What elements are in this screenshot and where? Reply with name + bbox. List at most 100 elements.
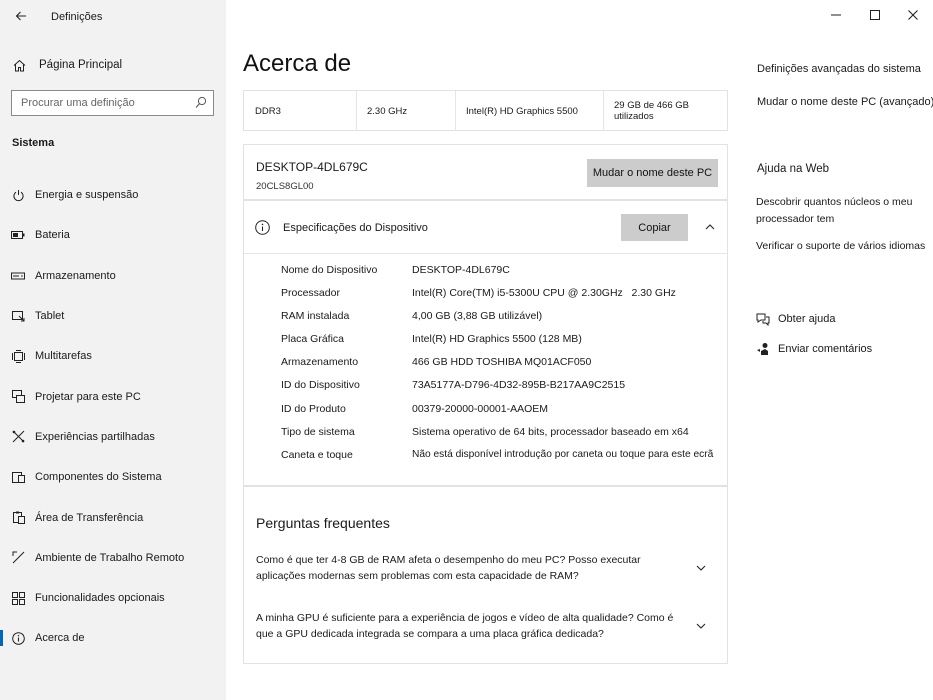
rename-pc-advanced-link[interactable]: Mudar o nome deste PC (avançado) <box>757 96 933 108</box>
spec-row: Armazenamento 466 GB HDD TOSHIBA MQ01ACF0… <box>244 352 727 375</box>
faq-question: Como é que ter 4-8 GB de RAM afeta o des… <box>256 554 641 582</box>
device-model: 20CLS8GL00 <box>256 181 314 192</box>
sidebar-item-label: Bateria <box>35 229 70 242</box>
spec-value: 4,00 GB (3,88 GB utilizável) <box>412 310 543 323</box>
sidebar-item-label: Acerca de <box>35 632 85 645</box>
sidebar-item-about[interactable]: Acerca de <box>0 618 226 658</box>
power-icon <box>11 188 25 202</box>
spec-value: Não está disponível introdução por canet… <box>412 448 714 460</box>
sidebar-item-label: Ambiente de Trabalho Remoto <box>35 551 185 564</box>
web-help-title: Ajuda na Web <box>757 163 830 175</box>
home-link[interactable]: Página Principal <box>12 56 122 74</box>
faq-item[interactable]: A minha GPU é suficiente para a experiên… <box>256 611 719 642</box>
chevron-down-icon[interactable] <box>695 620 707 632</box>
chevron-up-icon[interactable] <box>703 220 717 234</box>
home-label: Página Principal <box>39 59 123 71</box>
device-specs-header[interactable]: Especificações do Dispositivo Copiar <box>244 201 727 254</box>
language-support-link[interactable]: Verificar o suporte de vários idiomas <box>756 238 926 255</box>
spec-summary-graphics: Intel(R) HD Graphics 5500 <box>466 105 578 117</box>
spec-summary-storage: 29 GB de 466 GB utilizados <box>614 100 689 122</box>
section-label: Sistema <box>12 137 55 149</box>
spec-key: Tipo de sistema <box>281 425 355 438</box>
sidebar-item-label: Armazenamento <box>35 269 116 282</box>
optional-features-icon <box>11 591 25 605</box>
get-help-link[interactable]: Obter ajuda <box>756 312 835 326</box>
spec-row: RAM instalada 4,00 GB (3,88 GB utilizável… <box>244 306 727 329</box>
spec-value: 73A5177A-D796-4D32-895B-B217AA9C2515 <box>412 379 626 392</box>
title-bar: Definições <box>0 0 226 34</box>
device-specs-table: Nome do Dispositivo DESKTOP-4DL679C Proce… <box>244 260 727 468</box>
spec-row: Nome do Dispositivo DESKTOP-4DL679C <box>244 260 727 283</box>
device-specs-title: Especificações do Dispositivo <box>283 222 428 234</box>
tablet-icon <box>11 309 25 323</box>
sidebar-nav: Energia e suspensão Bateria Armazenament… <box>0 175 226 659</box>
sidebar-item-label: Área de Transferência <box>35 511 144 524</box>
sidebar-item-tablet[interactable]: Tablet <box>0 296 226 336</box>
close-icon[interactable] <box>905 7 921 23</box>
search-box[interactable] <box>11 90 214 116</box>
spec-row: Tipo de sistema Sistema operativo de 64 b… <box>244 422 727 445</box>
spec-key: ID do Dispositivo <box>281 379 360 392</box>
info-icon <box>255 220 270 235</box>
send-feedback-label: Enviar comentários <box>778 343 873 355</box>
spec-row: Placa Gráfica Intel(R) HD Graphics 5500 (… <box>244 329 727 352</box>
spec-key: Nome do Dispositivo <box>281 264 378 276</box>
device-name: DESKTOP-4DL679C <box>256 160 368 174</box>
sidebar-item-components[interactable]: Componentes do Sistema <box>0 457 226 497</box>
sidebar-item-multitasking[interactable]: Multitarefas <box>0 336 226 376</box>
sidebar-item-remote-desktop[interactable]: Ambiente de Trabalho Remoto <box>0 538 226 578</box>
sidebar-item-power[interactable]: Energia e suspensão <box>0 175 226 215</box>
project-icon <box>11 390 25 404</box>
chevron-down-icon[interactable] <box>695 562 707 574</box>
sidebar-item-optional-features[interactable]: Funcionalidades opcionais <box>0 578 226 618</box>
faq-title: Perguntas frequentes <box>256 515 390 531</box>
battery-icon <box>11 228 25 242</box>
processor-cores-link[interactable]: Descobrir quantos núcleos o meu processa… <box>756 194 926 228</box>
sidebar-item-label: Experiências partilhadas <box>35 430 155 443</box>
spec-key: Processador <box>281 287 340 300</box>
home-icon <box>12 58 26 72</box>
search-icon[interactable] <box>195 96 207 110</box>
sidebar-item-label: Componentes do Sistema <box>35 471 162 484</box>
info-icon <box>11 631 25 645</box>
faq-question: A minha GPU é suficiente para a experiên… <box>256 612 674 640</box>
app-title: Definições <box>51 11 103 23</box>
search-input[interactable] <box>12 91 192 115</box>
storage-icon <box>11 269 25 283</box>
device-specs-card: Especificações do Dispositivo Copiar Nom… <box>243 200 728 486</box>
spec-value: DESKTOP-4DL679C <box>412 264 510 276</box>
advanced-system-settings-link[interactable]: Definições avançadas do sistema <box>757 63 921 75</box>
sidebar-item-project[interactable]: Projetar para este PC <box>0 376 226 416</box>
copy-button[interactable]: Copiar <box>621 214 688 241</box>
faq-card: Perguntas frequentes Como é que ter 4-8 … <box>243 486 728 664</box>
maximize-icon[interactable] <box>867 7 883 23</box>
clipboard-icon <box>11 511 25 525</box>
spec-value: Intel(R) HD Graphics 5500 (128 MB) <box>412 333 582 346</box>
spec-summary-strip: DDR3 2.30 GHz Intel(R) HD Graphics 5500 … <box>243 90 728 131</box>
rename-pc-button[interactable]: Mudar o nome deste PC <box>587 159 718 187</box>
spec-key: RAM instalada <box>281 310 350 323</box>
spec-row: Processador Intel(R) Core(TM) i5-5300U CP… <box>244 283 727 306</box>
spec-value: 00379-20000-00001-AAOEM <box>412 402 549 415</box>
spec-summary-cpu-speed: 2.30 GHz <box>367 105 408 117</box>
sidebar-item-label: Funcionalidades opcionais <box>35 592 165 605</box>
sidebar-item-clipboard[interactable]: Área de Transferência <box>0 497 226 537</box>
minimize-icon[interactable] <box>828 7 844 23</box>
spec-row: Caneta e toque Não está disponível introd… <box>244 445 727 468</box>
spec-value: 466 GB HDD TOSHIBA MQ01ACF050 <box>412 356 592 369</box>
sidebar: Definições Página Principal Sistema Ener… <box>0 0 226 700</box>
back-arrow-icon[interactable] <box>12 8 30 26</box>
feedback-icon <box>756 342 770 356</box>
faq-item[interactable]: Como é que ter 4-8 GB de RAM afeta o des… <box>256 553 719 584</box>
remote-desktop-icon <box>11 551 25 565</box>
sidebar-item-battery[interactable]: Bateria <box>0 215 226 255</box>
sidebar-item-storage[interactable]: Armazenamento <box>0 256 226 296</box>
sidebar-item-shared-experiences[interactable]: Experiências partilhadas <box>0 417 226 457</box>
send-feedback-link[interactable]: Enviar comentários <box>756 342 872 356</box>
spec-row: ID do Produto 00379-20000-00001-AAOEM <box>244 399 727 422</box>
spec-key: ID do Produto <box>281 402 346 415</box>
page-title: Acerca de <box>243 50 352 77</box>
sidebar-item-label: Projetar para este PC <box>35 390 141 403</box>
components-icon <box>11 470 25 484</box>
sidebar-item-label: Tablet <box>35 310 65 323</box>
